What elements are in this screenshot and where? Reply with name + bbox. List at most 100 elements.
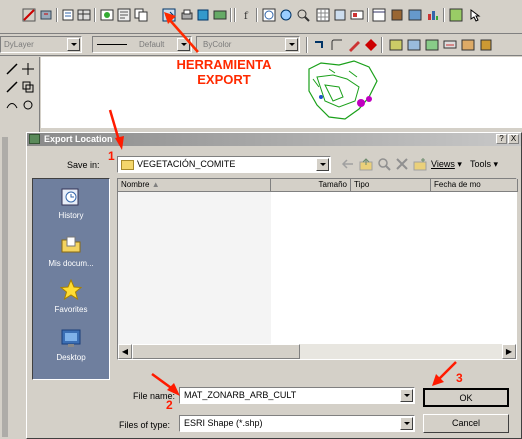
- tool-palette-icon[interactable]: [408, 8, 422, 22]
- chevron-down-icon[interactable]: [400, 417, 413, 430]
- layer-combo[interactable]: DyLayer: [0, 36, 82, 53]
- tools-label: Tools: [470, 159, 492, 169]
- cursor-icon[interactable]: [468, 8, 482, 22]
- view-icon[interactable]: [350, 8, 364, 22]
- toolbar-separator: [306, 37, 308, 53]
- column-size[interactable]: Tamaño: [271, 179, 351, 192]
- name-column-highlight: [118, 192, 271, 344]
- layer-merge-icon[interactable]: [443, 38, 457, 52]
- arc-tool-icon[interactable]: [6, 99, 18, 111]
- save-in-value: VEGETACIÓN_COMITE: [137, 159, 236, 169]
- toolbar-separator: [56, 8, 58, 22]
- annotation-arrow-icon: [164, 12, 199, 53]
- scroll-right-button[interactable]: ▶: [502, 344, 516, 359]
- layer-previous-icon[interactable]: [313, 38, 327, 52]
- close-button[interactable]: X: [508, 134, 519, 144]
- chevron-down-icon[interactable]: [67, 38, 80, 51]
- help-button[interactable]: ?: [496, 134, 507, 144]
- table-icon[interactable]: [77, 8, 91, 22]
- back-icon[interactable]: [341, 157, 355, 171]
- svg-text:f: f: [244, 11, 249, 22]
- column-type-label: Tipo: [354, 180, 370, 189]
- layer-walk-icon[interactable]: [425, 38, 439, 52]
- places-favorites[interactable]: Favorites: [33, 278, 109, 314]
- grid-icon[interactable]: [316, 8, 330, 22]
- color-combo[interactable]: ByColor: [196, 36, 300, 53]
- pen-icon[interactable]: [347, 38, 361, 52]
- diamond-icon[interactable]: [364, 38, 378, 52]
- toolbar-separator: [234, 8, 236, 22]
- scroll-thumb[interactable]: [132, 344, 300, 359]
- search-web-icon[interactable]: [377, 157, 391, 171]
- column-size-label: Tamaño: [318, 180, 347, 189]
- copy-tool-icon[interactable]: [22, 81, 34, 93]
- globe-icon[interactable]: [279, 8, 293, 22]
- chevron-down-icon[interactable]: [285, 38, 298, 51]
- top-toolbar: f: [0, 0, 522, 34]
- draw-icon[interactable]: [22, 8, 36, 22]
- pick-icon[interactable]: [39, 8, 53, 22]
- line-tool-icon[interactable]: [6, 63, 18, 75]
- rotate-tool-icon[interactable]: [22, 99, 34, 111]
- new-folder-icon[interactable]: [413, 157, 427, 171]
- save-in-combo[interactable]: VEGETACIÓN_COMITE: [117, 156, 331, 173]
- file-type-combo[interactable]: ESRI Shape (*.shp): [179, 415, 415, 432]
- views-menu[interactable]: Views ▾: [431, 159, 462, 170]
- function-icon[interactable]: f: [241, 8, 255, 22]
- up-folder-icon[interactable]: [359, 157, 373, 171]
- file-name-field[interactable]: MAT_ZONARB_ARB_CULT: [179, 387, 415, 404]
- line-sample: [97, 44, 127, 45]
- cancel-button[interactable]: Cancel: [423, 414, 509, 433]
- column-date[interactable]: Fecha de mo: [431, 179, 518, 192]
- column-name-label: Nombre: [121, 180, 150, 189]
- places-my-documents-label: Mis docum...: [48, 259, 94, 268]
- history-icon: [60, 185, 82, 207]
- column-type[interactable]: Tipo: [351, 179, 431, 192]
- save-in-label: Save in:: [67, 160, 100, 170]
- design-center-icon[interactable]: [390, 8, 404, 22]
- toolbar-separator: [367, 8, 369, 22]
- horizontal-scrollbar[interactable]: ◀ ▶: [118, 344, 516, 359]
- file-list[interactable]: Nombre ▲ Tamaño Tipo Fecha de mo ◀ ▶: [117, 178, 518, 360]
- toolbar-icons-row: f: [22, 8, 522, 24]
- toolbar-strip: [2, 137, 8, 437]
- copy-icon[interactable]: [134, 8, 148, 22]
- toolbar-separator: [443, 8, 445, 22]
- move-tool-icon[interactable]: [22, 63, 34, 75]
- properties-toolbar: DyLayer Default ByColor: [0, 34, 522, 56]
- window-icon[interactable]: [372, 8, 386, 22]
- delete-icon[interactable]: [395, 157, 409, 171]
- layer-icon[interactable]: [61, 8, 75, 22]
- scroll-left-button[interactable]: ◀: [118, 344, 132, 359]
- places-history[interactable]: History: [33, 185, 109, 220]
- query-icon[interactable]: [296, 8, 310, 22]
- export-tool-icon[interactable]: [100, 8, 114, 22]
- layer-isolate-icon[interactable]: [479, 38, 493, 52]
- my-documents-icon: [60, 233, 82, 255]
- places-my-documents[interactable]: Mis docum...: [33, 233, 109, 268]
- snap-arc-icon[interactable]: [330, 38, 344, 52]
- file-type-label: Files of type:: [119, 420, 171, 430]
- layer-delete-icon[interactable]: [461, 38, 475, 52]
- desktop-icon: [60, 327, 82, 349]
- match-icon[interactable]: [389, 38, 403, 52]
- tools-menu[interactable]: Tools ▾: [470, 159, 498, 170]
- ok-button[interactable]: OK: [423, 388, 509, 407]
- settings-icon[interactable]: [213, 8, 227, 22]
- step-3-arrow-icon: [432, 361, 457, 386]
- layer-combo-value: DyLayer: [4, 40, 34, 49]
- polyline-tool-icon[interactable]: [6, 81, 18, 93]
- chevron-down-icon[interactable]: [316, 158, 329, 171]
- snap-icon[interactable]: [262, 8, 276, 22]
- sort-asc-icon: ▲: [151, 180, 160, 189]
- map-icon[interactable]: [449, 8, 463, 22]
- properties-icon[interactable]: [117, 8, 131, 22]
- file-type-value: ESRI Shape (*.shp): [184, 418, 263, 428]
- layers-icon[interactable]: [333, 8, 347, 22]
- chart-icon[interactable]: [426, 8, 440, 22]
- layer-states-icon[interactable]: [407, 38, 421, 52]
- places-desktop[interactable]: Desktop: [33, 327, 109, 362]
- file-name-value: MAT_ZONARB_ARB_CULT: [184, 390, 297, 400]
- chevron-down-icon[interactable]: [400, 389, 413, 402]
- column-name[interactable]: Nombre ▲: [118, 179, 271, 192]
